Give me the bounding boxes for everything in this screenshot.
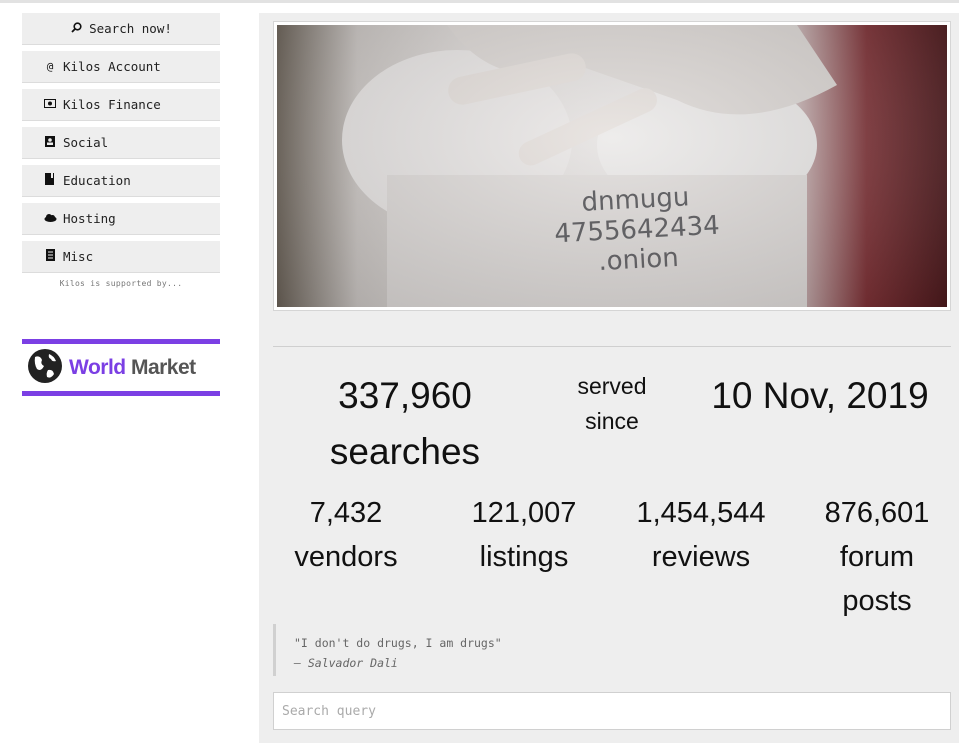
world-market-sponsor-banner[interactable]: World Market <box>22 339 220 396</box>
money-icon <box>44 98 56 111</box>
book-icon <box>44 173 56 188</box>
quote-author: — Salvador Dali <box>294 656 398 670</box>
contact-card-icon <box>44 135 56 150</box>
listings-label: listings <box>479 541 569 573</box>
cloud-icon <box>44 212 57 225</box>
kilos-finance-button[interactable]: Kilos Finance <box>22 89 220 121</box>
kilos-account-button[interactable]: @ Kilos Account <box>22 51 220 83</box>
sidebar-nav: Search now! @ Kilos Account Kilos Financ… <box>22 13 220 288</box>
reviews-label: reviews <box>651 541 751 573</box>
search-now-button[interactable]: Search now! <box>22 13 220 45</box>
nav-item-label: Misc <box>63 249 94 264</box>
reviews-count: 1,454,544 <box>636 497 766 529</box>
searches-count: 337,960 <box>338 375 472 416</box>
search-input[interactable] <box>273 692 951 730</box>
nav-item-label: Education <box>63 173 131 188</box>
served-label-line: since <box>585 408 639 434</box>
hosting-button[interactable]: Hosting <box>22 203 220 235</box>
nav-item-label: Kilos Account <box>63 59 161 74</box>
section-divider <box>273 346 951 347</box>
searches-label: searches <box>329 431 481 472</box>
nav-item-label: Kilos Finance <box>63 97 161 112</box>
misc-button[interactable]: Misc <box>22 241 220 273</box>
listings-stat: 121,007 listings <box>449 491 599 579</box>
document-icon <box>44 249 56 264</box>
quote-text: "I don't do drugs, I am drugs" <box>294 636 502 650</box>
nav-item-label: Social <box>63 135 109 150</box>
sponsor-brand-word-2: Market <box>130 355 196 379</box>
vendors-stat: 7,432 vendors <box>271 491 421 579</box>
social-button[interactable]: Social <box>22 127 220 159</box>
supported-by-text: Kilos is supported by... <box>59 279 183 288</box>
globe-icon <box>27 348 63 388</box>
since-date: 10 Nov, 2019 <box>711 375 929 416</box>
sponsor-brand-word-1: World <box>69 355 126 379</box>
vendors-label: vendors <box>294 541 398 573</box>
forum-posts-stat: 876,601 forum posts <box>802 491 952 623</box>
forum-posts-label: posts <box>842 585 912 617</box>
hero-photo: dnmugu 4755642434 .onion <box>277 25 947 307</box>
searches-stat: 337,960 searches <box>299 368 511 480</box>
photo-handwriting: dnmugu 4755642434 .onion <box>520 179 754 281</box>
top-rule <box>0 0 959 3</box>
at-icon: @ <box>46 60 54 73</box>
reviews-stat: 1,454,544 reviews <box>626 491 776 579</box>
vendors-count: 7,432 <box>309 497 383 529</box>
nav-item-label: Search now! <box>89 21 172 36</box>
forum-posts-label: forum <box>839 541 915 573</box>
forum-posts-count: 876,601 <box>824 497 930 529</box>
nav-item-label: Hosting <box>63 211 116 226</box>
served-label-line: served <box>577 373 647 399</box>
served-since-label: served since <box>559 369 665 439</box>
main-panel: dnmugu 4755642434 .onion 337,960 searche… <box>259 13 959 743</box>
education-button[interactable]: Education <box>22 165 220 197</box>
quote-block: "I don't do drugs, I am drugs" — Salvado… <box>273 624 573 676</box>
listings-count: 121,007 <box>471 497 577 529</box>
hero-photo-frame: dnmugu 4755642434 .onion <box>273 21 951 311</box>
search-icon <box>70 21 82 36</box>
sponsor-brand: World Market <box>69 356 196 380</box>
